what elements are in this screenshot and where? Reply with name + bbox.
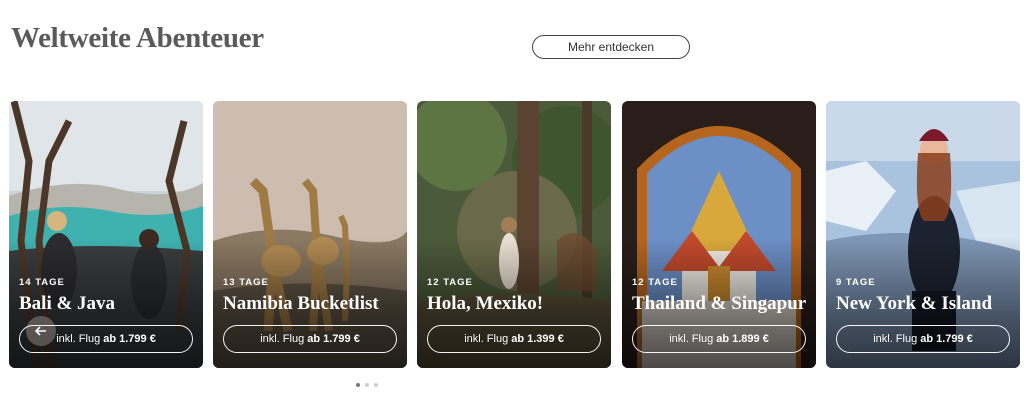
carousel-pagination [356, 383, 378, 387]
price-value: ab 1.799 € [307, 333, 360, 345]
trip-duration: 12 TAGE [632, 277, 678, 288]
price-prefix: inkl. Flug [873, 333, 918, 345]
price-value: ab 1.799 € [103, 333, 156, 345]
price-prefix: inkl. Flug [56, 333, 101, 345]
trip-card-thailand[interactable]: 12 TAGE Thailand & Singapur inkl. Flug a… [622, 101, 816, 368]
more-discover-button[interactable]: Mehr entdecken [532, 35, 690, 59]
trip-name: Hola, Mexiko! [427, 293, 544, 314]
price-value: ab 1.399 € [511, 333, 564, 345]
price-prefix: inkl. Flug [669, 333, 714, 345]
trip-duration: 9 TAGE [836, 277, 876, 288]
price-value: ab 1.799 € [920, 333, 973, 345]
trip-price-button[interactable]: inkl. Flug ab 1.799 € [19, 325, 193, 353]
price-prefix: inkl. Flug [260, 333, 305, 345]
pagination-dot[interactable] [356, 383, 360, 387]
trip-price-button[interactable]: inkl. Flug ab 1.899 € [632, 325, 806, 353]
price-value: ab 1.899 € [716, 333, 769, 345]
trip-price-button[interactable]: inkl. Flug ab 1.799 € [223, 325, 397, 353]
trip-card-newyork-island[interactable]: 9 TAGE New York & Island inkl. Flug ab 1… [826, 101, 1020, 368]
pagination-dot[interactable] [374, 383, 378, 387]
trip-carousel: 14 TAGE Bali & Java inkl. Flug ab 1.799 … [9, 101, 1021, 368]
trip-card-bali-java[interactable]: 14 TAGE Bali & Java inkl. Flug ab 1.799 … [9, 101, 203, 368]
trip-name: Bali & Java [19, 293, 116, 314]
trip-name: Thailand & Singapur [632, 293, 807, 314]
trip-duration: 13 TAGE [223, 277, 269, 288]
price-prefix: inkl. Flug [464, 333, 509, 345]
trip-card-namibia[interactable]: 13 TAGE Namibia Bucketlist inkl. Flug ab… [213, 101, 407, 368]
trip-name: New York & Island [836, 293, 993, 314]
trip-card-mexico[interactable]: 12 TAGE Hola, Mexiko! inkl. Flug ab 1.39… [417, 101, 611, 368]
pagination-dot[interactable] [365, 383, 369, 387]
trip-price-button[interactable]: inkl. Flug ab 1.799 € [836, 325, 1010, 353]
trip-name: Namibia Bucketlist [223, 293, 379, 314]
trip-duration: 12 TAGE [427, 277, 473, 288]
section-title: Weltweite Abenteuer [11, 22, 264, 54]
trip-duration: 14 TAGE [19, 277, 65, 288]
trip-price-button[interactable]: inkl. Flug ab 1.399 € [427, 325, 601, 353]
